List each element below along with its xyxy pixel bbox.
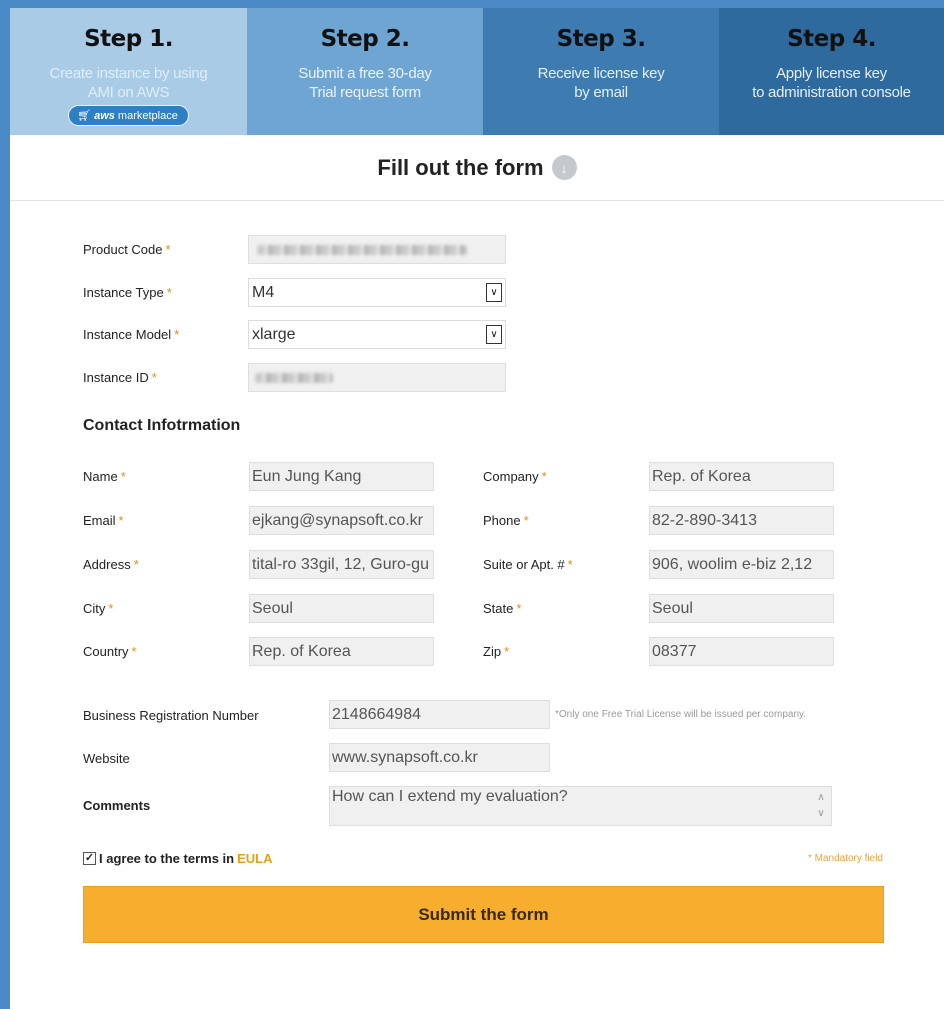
phone-label: Phone * bbox=[483, 513, 529, 528]
company-field[interactable]: Rep. of Korea bbox=[649, 462, 834, 491]
step-desc-line1: Apply license key bbox=[776, 65, 887, 82]
steps-bar: Step 1. Create instance by using AMI on … bbox=[10, 8, 944, 135]
step-title: Step 1. bbox=[84, 26, 173, 52]
website-field[interactable]: www.synapsoft.co.kr bbox=[329, 743, 550, 772]
cart-icon: 🛒︎ bbox=[77, 110, 92, 122]
chevron-down-icon[interactable]: ∨ bbox=[486, 325, 502, 344]
aws-marketplace-badge[interactable]: 🛒︎ aws marketplace bbox=[68, 105, 189, 126]
chevron-down-icon[interactable]: ∨ bbox=[486, 283, 502, 302]
contact-heading: Contact Infotrmation bbox=[83, 417, 241, 434]
product-code-label: Product Code * bbox=[83, 242, 171, 257]
instance-type-value: M4 bbox=[252, 284, 275, 301]
name-field[interactable]: Eun Jung Kang bbox=[249, 462, 434, 491]
agree-checkbox[interactable]: ✓ bbox=[83, 852, 96, 865]
textarea-scrollbar[interactable]: ∧ ∨ bbox=[815, 790, 827, 822]
step-2: Step 2. Submit a free 30-day Trial reque… bbox=[247, 8, 483, 135]
step-title: Step 4. bbox=[787, 26, 876, 52]
arrow-down-icon[interactable]: ↓ bbox=[551, 155, 577, 180]
instance-id-field[interactable] bbox=[248, 363, 506, 392]
step-desc-line2: by email bbox=[574, 84, 628, 101]
redacted-value bbox=[257, 245, 467, 255]
eula-link[interactable]: EULA bbox=[237, 851, 272, 866]
instance-model-value: xlarge bbox=[252, 326, 296, 343]
step-title: Step 3. bbox=[556, 26, 646, 52]
page: Step 1. Create instance by using AMI on … bbox=[10, 8, 944, 1009]
agree-row: ✓ I agree to the terms in EULA bbox=[83, 851, 272, 866]
brn-label: Business Registration Number bbox=[83, 708, 259, 723]
mandatory-note: * Mandatory field bbox=[807, 853, 883, 864]
instance-model-label: Instance Model * bbox=[83, 327, 180, 342]
aws-badge-label: marketplace bbox=[117, 109, 178, 122]
brn-note: *Only one Free Trial License will be iss… bbox=[555, 709, 807, 720]
step-1: Step 1. Create instance by using AMI on … bbox=[10, 8, 247, 135]
product-code-field[interactable] bbox=[248, 235, 506, 264]
step-3: Step 3. Receive license key by email bbox=[483, 8, 719, 135]
state-label: State * bbox=[483, 601, 522, 616]
redacted-value bbox=[255, 373, 333, 383]
website-label: Website bbox=[83, 751, 130, 766]
suite-field[interactable]: 906, woolim e-biz 2,12 bbox=[649, 550, 834, 579]
step-desc-line1: Submit a free 30-day bbox=[298, 65, 432, 82]
form-title: Fill out the form bbox=[377, 154, 544, 180]
step-title: Step 2. bbox=[320, 26, 410, 52]
comments-label: Comments bbox=[83, 798, 151, 813]
submit-button[interactable]: Submit the form bbox=[83, 886, 884, 943]
instance-type-select[interactable]: M4 ∨ bbox=[248, 278, 506, 307]
instance-model-select[interactable]: xlarge ∨ bbox=[248, 320, 506, 349]
step-desc-line2: Trial request form bbox=[309, 84, 421, 101]
company-label: Company * bbox=[483, 469, 547, 484]
city-field[interactable]: Seoul bbox=[249, 594, 434, 623]
email-label: Email * bbox=[83, 513, 124, 528]
agree-text: I agree to the terms in bbox=[99, 851, 235, 866]
country-label: Country * bbox=[83, 644, 137, 659]
city-label: City * bbox=[83, 601, 114, 616]
email-field[interactable]: ejkang@synapsoft.co.kr bbox=[249, 506, 434, 535]
name-label: Name * bbox=[83, 469, 126, 484]
phone-field[interactable]: 82-2-890-3413 bbox=[649, 506, 834, 535]
comments-textarea[interactable]: How can I extend my evaluation? ∧ ∨ bbox=[329, 786, 832, 826]
zip-label: Zip * bbox=[483, 644, 510, 659]
brn-field[interactable]: 2148664984 bbox=[329, 700, 550, 729]
address-label: Address * bbox=[83, 557, 139, 572]
address-field[interactable]: tital-ro 33gil, 12, Guro-gu bbox=[249, 550, 434, 579]
instance-id-label: Instance ID * bbox=[83, 370, 157, 385]
step-desc-line1: Receive license key bbox=[537, 65, 665, 82]
form-header: Fill out the form ↓ bbox=[10, 135, 944, 201]
zip-field[interactable]: 08377 bbox=[649, 637, 834, 666]
suite-label: Suite or Apt. # * bbox=[483, 557, 573, 572]
step-4: Step 4. Apply license key to administrat… bbox=[719, 8, 944, 135]
comments-value: How can I extend my evaluation? bbox=[332, 788, 568, 805]
step-desc-line1: Create instance by using bbox=[49, 65, 208, 82]
aws-brand: aws bbox=[94, 109, 115, 122]
state-field[interactable]: Seoul bbox=[649, 594, 834, 623]
step-desc-line2: AMI on AWS bbox=[87, 84, 170, 101]
country-field[interactable]: Rep. of Korea bbox=[249, 637, 434, 666]
instance-type-label: Instance Type * bbox=[83, 285, 172, 300]
step-desc-line2: to administration console bbox=[752, 84, 911, 101]
